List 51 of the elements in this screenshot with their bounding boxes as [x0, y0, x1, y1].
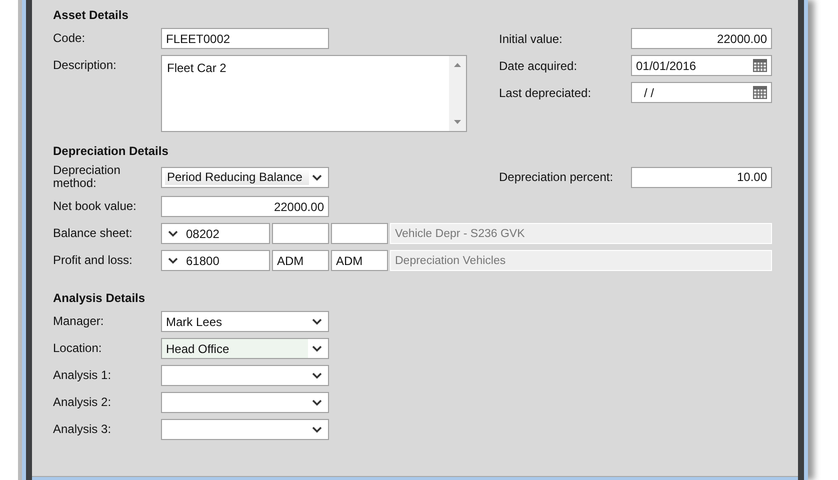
field-label: Code: — [53, 32, 86, 45]
account-dropdown[interactable]: 61800 — [161, 250, 270, 271]
description-field[interactable]: Fleet Car 2 — [161, 55, 467, 132]
field-label: Analysis 3: — [53, 423, 112, 436]
input-field[interactable]: ADM — [331, 250, 388, 271]
field-label: Net book value: — [53, 200, 138, 213]
dropdown[interactable]: Head Office — [161, 338, 329, 359]
dropdown[interactable] — [161, 365, 329, 386]
scrollbar[interactable] — [449, 56, 466, 131]
input-field[interactable]: 10.00 — [631, 166, 772, 188]
chevron-down-icon — [312, 345, 322, 352]
account-dropdown[interactable]: 08202 — [161, 223, 270, 244]
field-label: Analysis 2: — [53, 396, 112, 409]
chevron-down-icon — [312, 318, 322, 325]
calendar-icon[interactable] — [753, 86, 767, 99]
input-field[interactable] — [272, 223, 329, 244]
field-label: Date acquired: — [499, 58, 578, 72]
calendar-icon[interactable] — [753, 59, 767, 72]
section-heading: Depreciation Details — [53, 144, 170, 158]
chevron-down-icon — [168, 230, 178, 237]
field-label: Last depreciated: — [499, 86, 592, 100]
field-label: Depreciation percent: — [499, 170, 614, 184]
dropdown[interactable] — [161, 419, 329, 440]
field-label: Profit and loss: — [53, 254, 134, 267]
account-description: Depreciation Vehicles — [390, 250, 772, 271]
account-description: Vehicle Depr - S236 GVK — [390, 223, 772, 244]
input-field[interactable]: ADM — [272, 250, 329, 271]
input-field[interactable] — [331, 223, 388, 244]
chevron-down-icon — [312, 372, 322, 379]
field-label: Initial value: — [499, 32, 564, 46]
section-heading: Asset Details — [53, 8, 130, 22]
scroll-down-icon[interactable] — [454, 120, 461, 124]
chevron-down-icon — [312, 426, 322, 433]
chevron-down-icon — [168, 257, 178, 264]
field-label: Manager: — [53, 315, 105, 328]
dropdown[interactable]: Mark Lees — [161, 311, 329, 332]
date-field[interactable]: / / — [636, 86, 654, 100]
input-field[interactable]: 22000.00 — [631, 28, 772, 49]
field-label: Depreciation method: — [53, 164, 122, 190]
scroll-up-icon[interactable] — [454, 63, 461, 67]
dropdown[interactable]: Period Reducing Balance — [161, 166, 329, 188]
chevron-down-icon — [312, 174, 322, 180]
field-label: Description: — [53, 57, 118, 72]
section-heading: Analysis Details — [53, 291, 146, 305]
field-label: Balance sheet: — [53, 227, 134, 240]
field-label: Location: — [53, 342, 103, 355]
input-field[interactable]: 22000.00 — [161, 196, 329, 217]
field-label: Analysis 1: — [53, 369, 112, 382]
input-field[interactable]: FLEET0002 — [161, 28, 329, 49]
dropdown[interactable] — [161, 392, 329, 413]
chevron-down-icon — [312, 399, 322, 406]
